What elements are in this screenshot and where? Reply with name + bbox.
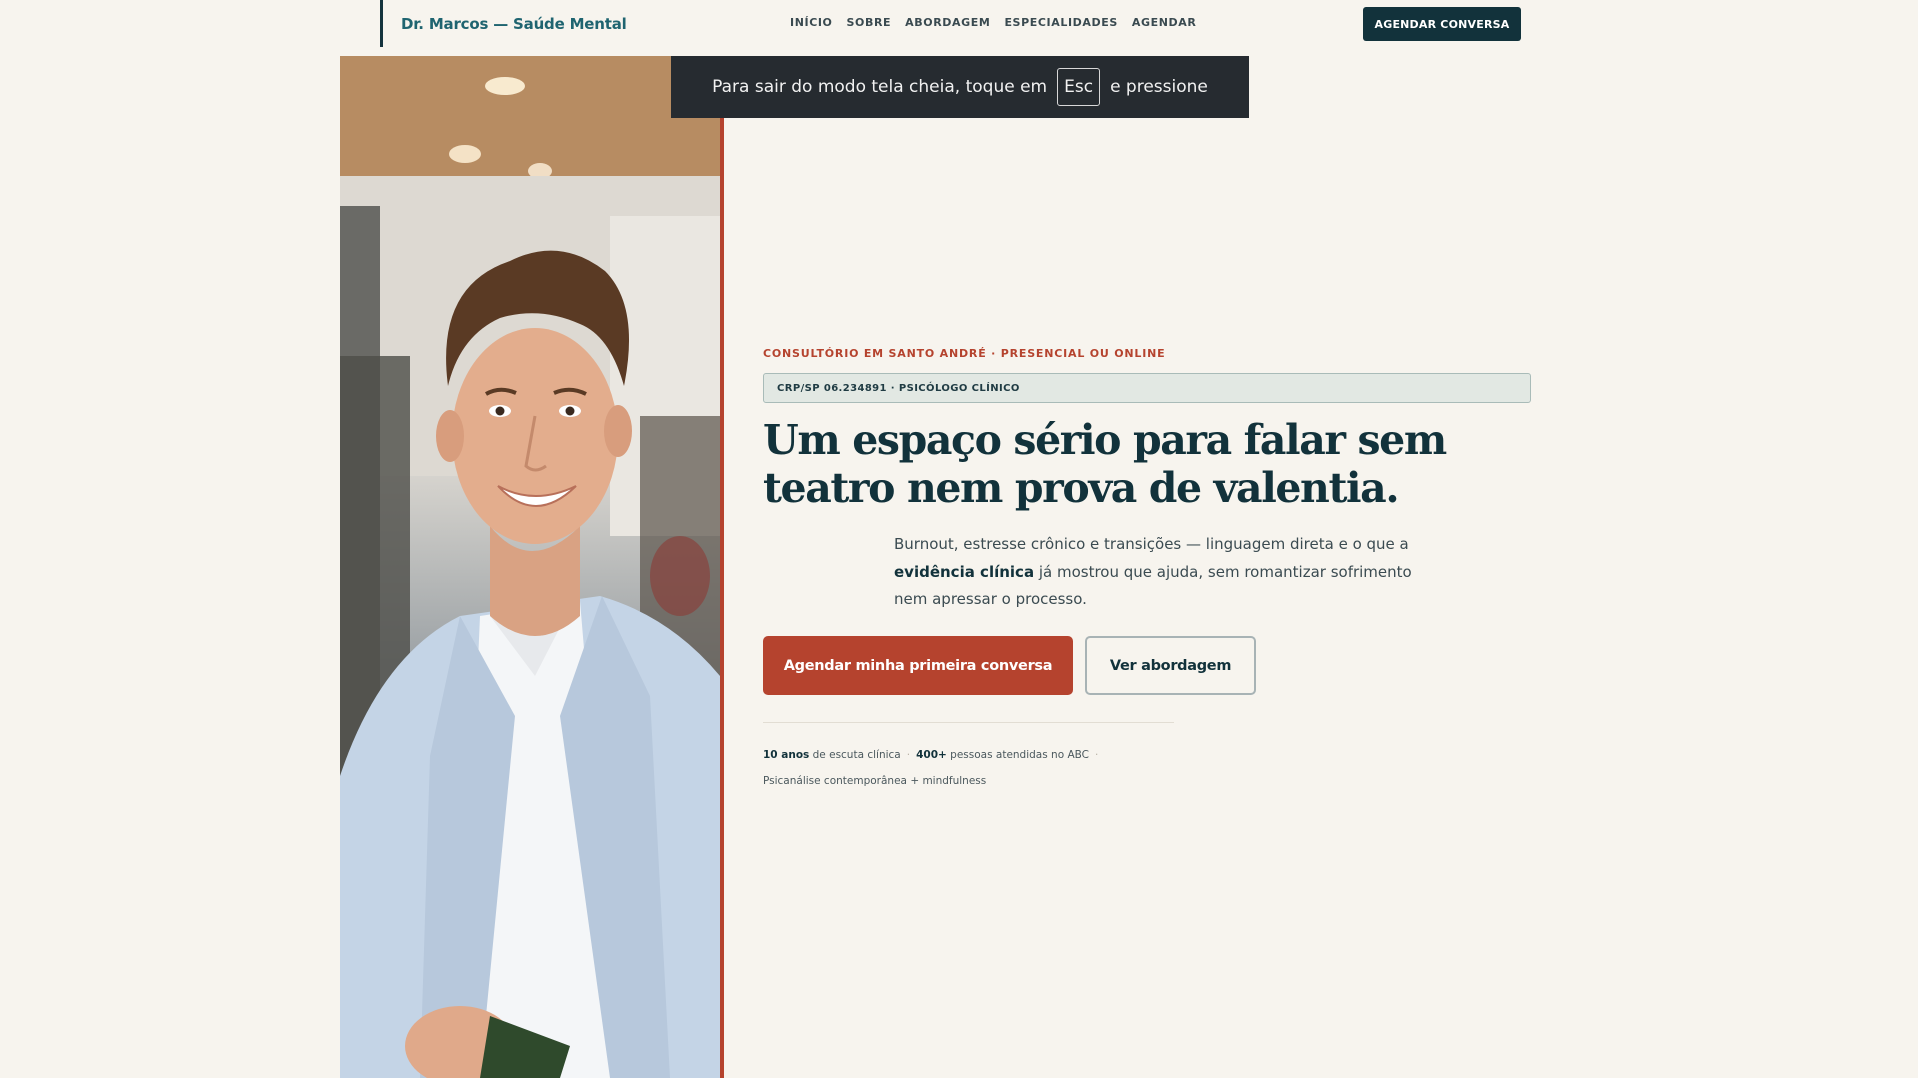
nav-item-abordagem[interactable]: ABORDAGEM <box>905 16 990 29</box>
fullscreen-exit-toast: Para sair do modo tela cheia, toque em E… <box>671 56 1249 118</box>
stats-row: 10 anos de escuta clínica · 400+ pessoas a… <box>763 742 1163 794</box>
stat-people-label: pessoas atendidas no ABC <box>950 749 1089 761</box>
stat-experience: 10 anos de escuta clínica <box>763 749 901 761</box>
credential-badge: CRP/SP 06.234891 · PSICÓLOGO CLÍNICO <box>763 373 1531 403</box>
hero-lede: Burnout, estresse crônico e transições —… <box>894 531 1414 614</box>
portrait-illustration <box>340 56 720 1078</box>
schedule-first-session-button[interactable]: Agendar minha primeira conversa <box>763 636 1073 695</box>
nav-item-especialidades[interactable]: ESPECIALIDADES <box>1004 16 1117 29</box>
stat-approach: Psicanálise contemporânea + mindfulness <box>763 775 987 787</box>
toast-text-after: e pressione <box>1110 77 1208 97</box>
photo-accent-line <box>720 56 724 1078</box>
header-cta-button[interactable]: AGENDAR CONVERSA <box>1363 7 1521 41</box>
stat-people: 400+ pessoas atendidas no ABC <box>916 749 1089 761</box>
brand-logo[interactable]: Dr. Marcos — Saúde Mental <box>380 0 627 47</box>
site-header: Dr. Marcos — Saúde Mental INÍCIO SOBRE A… <box>0 0 1918 56</box>
lede-emphasis: evidência clínica <box>894 562 1035 581</box>
stat-people-value: 400+ <box>916 749 947 761</box>
hero-headline: Um espaço sério para falar sem teatro ne… <box>763 416 1447 512</box>
stat-experience-label: de escuta clínica <box>812 749 901 761</box>
toast-text-before: Para sair do modo tela cheia, toque em <box>712 77 1048 97</box>
stat-separator-dot: · <box>1095 749 1099 761</box>
view-approach-button[interactable]: Ver abordagem <box>1085 636 1256 695</box>
portrait-photo <box>340 56 720 1078</box>
stat-separator-dot: · <box>906 749 911 761</box>
hero-eyebrow: CONSULTÓRIO EM SANTO ANDRÉ · PRESENCIAL … <box>763 347 1166 360</box>
stats-divider <box>763 722 1174 723</box>
nav-item-sobre[interactable]: SOBRE <box>847 16 892 29</box>
nav-item-inicio[interactable]: INÍCIO <box>790 16 833 29</box>
esc-key-hint: Esc <box>1057 68 1101 106</box>
main-nav: INÍCIO SOBRE ABORDAGEM ESPECIALIDADES AG… <box>790 16 1196 29</box>
nav-item-agendar[interactable]: AGENDAR <box>1132 16 1197 29</box>
stat-experience-value: 10 anos <box>763 749 810 761</box>
lede-text-1: Burnout, estresse crônico e transições —… <box>894 535 1409 553</box>
